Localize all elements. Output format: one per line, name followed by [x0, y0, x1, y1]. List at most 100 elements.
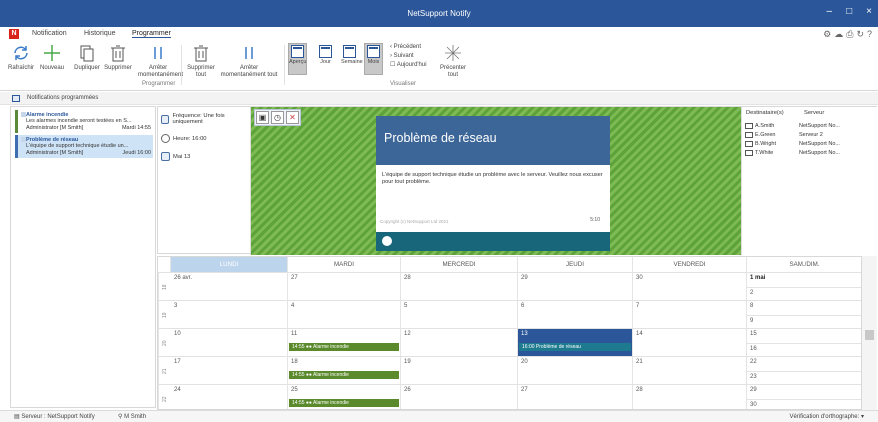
minimize-button[interactable]: – — [827, 7, 833, 17]
notification-preview-card: Problème de réseau L'équipe de support t… — [376, 116, 610, 251]
list-item[interactable]: Problème de réseau L'équipe de support t… — [15, 135, 153, 159]
calendar-day-sunday[interactable]: 23 — [747, 371, 861, 385]
today-button[interactable]: ☐ Aujourd'hui — [390, 61, 427, 70]
close-button[interactable]: × — [866, 7, 872, 17]
table-row[interactable]: A.Smith NetSupport No... — [745, 123, 875, 129]
calendar-day[interactable]: 30 — [633, 273, 747, 301]
maximize-button[interactable]: □ — [846, 7, 852, 17]
calendar-day[interactable]: 20 — [518, 357, 633, 385]
calendar-day-saturday[interactable]: 1 mai — [747, 273, 861, 287]
calendar-scrollbar[interactable] — [862, 256, 877, 410]
refresh-button[interactable]: Rafraîchir — [4, 43, 38, 72]
calendar-day-saturday[interactable]: 15 — [747, 329, 861, 343]
week-view-button[interactable]: Semaine — [340, 43, 363, 75]
menu-bar: N Notification Historique Programmer ⚙ ☁… — [0, 27, 878, 41]
pause-all-button[interactable]: Arrêter momentanément tout — [218, 43, 280, 79]
previous-button[interactable]: ‹ Précédent — [390, 43, 427, 52]
calendar-day[interactable]: 24 — [171, 385, 288, 409]
day-header: LUNDI — [171, 257, 288, 272]
refresh-icon[interactable]: ↻ — [856, 29, 864, 40]
calendar-day[interactable]: 21 — [633, 357, 747, 385]
recenter-button[interactable]: Précenter tout — [438, 43, 468, 79]
calendar-day[interactable]: 26 — [401, 385, 518, 409]
calendar-day[interactable]: 4 — [288, 301, 401, 329]
calendar-day-saturday[interactable]: 22 — [747, 357, 861, 371]
recipients-header[interactable]: Destinataire(s) — [742, 110, 804, 119]
delete-all-button[interactable]: Supprimer tout — [185, 43, 217, 79]
computer-icon — [745, 150, 753, 156]
calendar-day[interactable]: 5 — [401, 301, 518, 329]
calendar-day[interactable]: 3 — [171, 301, 288, 329]
month-calendar: LUNDI MARDI MERCREDI JEUDI VENDREDI SAM./DIM.… — [157, 256, 862, 410]
preview-button[interactable]: Aperçu — [288, 43, 307, 75]
calendar-day-sunday[interactable]: 16 — [747, 343, 861, 357]
calendar-day-saturday[interactable]: 29 — [747, 385, 861, 399]
calendar-day[interactable]: 10 — [171, 329, 288, 357]
preview-copyright: Copyright (c) NetSupport Ltd 2021 — [380, 219, 449, 224]
day-number: 12 — [404, 331, 411, 337]
list-item[interactable]: Alarme incendie Les alarmes incendie ser… — [15, 110, 153, 134]
calendar-day[interactable]: 26 avr. — [171, 273, 288, 301]
delete-button[interactable]: Supprimer — [102, 43, 134, 72]
spellcheck-status[interactable]: Vérification d'orthographe: ▾ — [789, 413, 864, 420]
calendar-day[interactable]: 17 — [171, 357, 288, 385]
table-row[interactable]: E.Green Serveur 2 — [745, 132, 875, 138]
new-button[interactable]: Nouveau — [34, 43, 70, 72]
tab-notification[interactable]: Notification — [32, 30, 67, 37]
calendar-day[interactable]: 28 — [401, 273, 518, 301]
tab-programmer[interactable]: Programmer — [132, 30, 171, 38]
cloud-icon[interactable]: ☁ — [834, 29, 843, 40]
calendar-day[interactable]: 14 — [633, 329, 747, 357]
calendar-day-sunday[interactable]: 30 — [747, 399, 861, 409]
ribbon: Rafraîchir Nouveau Dupliquer Supprimer A… — [0, 41, 878, 91]
calendar-day-sunday[interactable]: 2 — [747, 287, 861, 301]
duplicate-button[interactable]: Dupliquer — [69, 43, 105, 72]
scrollbar-thumb[interactable] — [865, 330, 874, 340]
settings-icon[interactable]: ⚙ — [823, 29, 831, 40]
calendar-day[interactable]: 11 14:55 ●● Alarme incendie — [288, 329, 401, 357]
calendar-day[interactable]: 28 — [633, 385, 747, 409]
section-bar: Notifications programmées — [0, 92, 878, 105]
day-number: 28 — [636, 387, 643, 393]
calendar-day-sunday[interactable]: 9 — [747, 315, 861, 329]
tab-historique[interactable]: Historique — [84, 30, 116, 37]
calendar-day[interactable]: 27 — [288, 273, 401, 301]
clock-icon[interactable]: ◷ — [271, 111, 284, 124]
user-icon — [382, 236, 392, 246]
table-row[interactable]: T.White NetSupport No... — [745, 150, 875, 156]
calendar-day[interactable]: 13 16:00 Problème de réseau — [518, 329, 633, 357]
week-number: 19 — [158, 301, 171, 329]
help-icon[interactable]: ? — [867, 29, 872, 40]
calendar-day[interactable]: 7 — [633, 301, 747, 329]
calendar-event[interactable]: 14:55 ●● Alarme incendie — [289, 371, 399, 379]
server-header[interactable]: Serveur — [804, 110, 874, 119]
plus-icon — [44, 45, 60, 61]
notification-detail: Fréquence: Une fois uniquement Heure: 16… — [157, 106, 878, 255]
next-button[interactable]: › Suivant — [390, 52, 427, 61]
day-view-button[interactable]: Jour — [316, 43, 335, 75]
day-number: 20 — [521, 359, 528, 365]
print-icon[interactable]: ⎙ — [846, 29, 853, 40]
calendar-day[interactable]: 19 — [401, 357, 518, 385]
calendar-day[interactable]: 18 14:55 ●● Alarme incendie — [288, 357, 401, 385]
calendar-event[interactable]: 14:55 ●● Alarme incendie — [289, 399, 399, 407]
calendar-event[interactable]: 14:55 ●● Alarme incendie — [289, 343, 399, 351]
calendar-day[interactable]: 6 — [518, 301, 633, 329]
calendar-day[interactable]: 25 14:55 ●● Alarme incendie — [288, 385, 401, 409]
day-header: JEUDI — [518, 257, 633, 272]
calendar-day[interactable]: 12 — [401, 329, 518, 357]
table-row[interactable]: B.Wright NetSupport No... — [745, 141, 875, 147]
day-number: 11 — [291, 331, 298, 337]
calendar-event[interactable]: 16:00 Problème de réseau — [519, 343, 631, 351]
window-icon[interactable]: ▣ — [256, 111, 269, 124]
day-number: 3 — [174, 303, 178, 309]
close-icon[interactable]: ✕ — [286, 111, 299, 124]
notification-list: Alarme incendie Les alarmes incendie ser… — [10, 106, 156, 408]
month-view-button[interactable]: Mois — [364, 43, 383, 75]
calendar-day[interactable]: 27 — [518, 385, 633, 409]
pause-button[interactable]: Arrêter momentanément — [138, 43, 183, 79]
calendar-day-saturday[interactable]: 8 — [747, 301, 861, 315]
group-label-schedule: Programmer — [142, 81, 176, 87]
preview-counter: 5:10 — [590, 217, 600, 223]
calendar-day[interactable]: 29 — [518, 273, 633, 301]
